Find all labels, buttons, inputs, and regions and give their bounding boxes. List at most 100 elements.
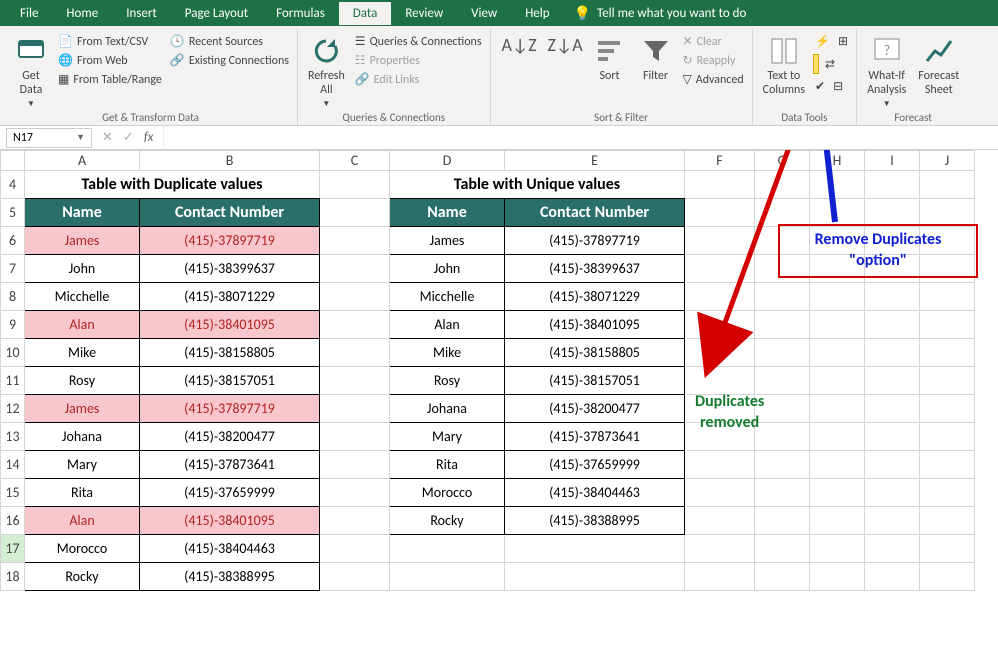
cell[interactable] xyxy=(685,255,755,283)
existing-connections-button[interactable]: 🔗Existing Connections xyxy=(168,52,291,69)
row-header-14[interactable]: 14 xyxy=(1,451,25,479)
cell[interactable] xyxy=(810,339,865,367)
cell[interactable] xyxy=(865,451,920,479)
cell[interactable] xyxy=(865,423,920,451)
cell[interactable] xyxy=(810,423,865,451)
cell[interactable] xyxy=(920,199,975,227)
sort-za-button[interactable]: Z↓A xyxy=(543,33,585,69)
table-cell[interactable]: (415)-38401095 xyxy=(505,311,685,339)
cell[interactable] xyxy=(810,563,865,591)
row-header-8[interactable]: 8 xyxy=(1,283,25,311)
table-cell[interactable]: (415)-38404463 xyxy=(505,479,685,507)
table-cell[interactable]: Micchelle xyxy=(390,283,505,311)
cell[interactable] xyxy=(755,311,810,339)
row-header-4[interactable]: 4 xyxy=(1,171,25,199)
cell[interactable] xyxy=(320,563,390,591)
tab-help[interactable]: Help xyxy=(511,2,563,25)
column-header-G[interactable]: G xyxy=(755,151,810,171)
table-cell[interactable]: (415)-38401095 xyxy=(140,507,320,535)
cell[interactable] xyxy=(810,479,865,507)
cell[interactable] xyxy=(810,199,865,227)
cell[interactable] xyxy=(390,535,505,563)
cell[interactable] xyxy=(320,311,390,339)
cell[interactable] xyxy=(685,367,755,395)
cell[interactable] xyxy=(685,451,755,479)
tab-formulas[interactable]: Formulas xyxy=(262,2,339,25)
column-header-E[interactable]: E xyxy=(505,151,685,171)
cell[interactable] xyxy=(865,339,920,367)
cell[interactable] xyxy=(865,199,920,227)
cell[interactable] xyxy=(755,339,810,367)
table-cell[interactable]: Morocco xyxy=(25,535,140,563)
cell[interactable] xyxy=(920,339,975,367)
cell[interactable] xyxy=(920,171,975,199)
table-cell[interactable]: (415)-37873641 xyxy=(140,451,320,479)
row-header-6[interactable]: 6 xyxy=(1,227,25,255)
cell[interactable] xyxy=(920,451,975,479)
table-cell[interactable]: Johana xyxy=(25,423,140,451)
cell[interactable] xyxy=(865,479,920,507)
table-cell[interactable]: (415)-38200477 xyxy=(140,423,320,451)
queries-connections-button[interactable]: ☰Queries & Connections xyxy=(353,33,484,50)
row-header-18[interactable]: 18 xyxy=(1,563,25,591)
cell[interactable] xyxy=(320,199,390,227)
cell[interactable] xyxy=(320,395,390,423)
cell[interactable] xyxy=(390,563,505,591)
tab-review[interactable]: Review xyxy=(391,2,457,25)
column-header-H[interactable]: H xyxy=(810,151,865,171)
cell[interactable] xyxy=(810,507,865,535)
table-cell[interactable]: (415)-38399637 xyxy=(140,255,320,283)
cell[interactable] xyxy=(865,367,920,395)
cell[interactable] xyxy=(810,395,865,423)
cell[interactable] xyxy=(755,507,810,535)
cell[interactable] xyxy=(920,563,975,591)
row-header-9[interactable]: 9 xyxy=(1,311,25,339)
cell[interactable] xyxy=(755,367,810,395)
cell[interactable] xyxy=(755,199,810,227)
row-header-11[interactable]: 11 xyxy=(1,367,25,395)
cell[interactable] xyxy=(685,199,755,227)
cell[interactable] xyxy=(320,227,390,255)
column-header-J[interactable]: J xyxy=(920,151,975,171)
cell[interactable] xyxy=(505,563,685,591)
table-cell[interactable]: John xyxy=(390,255,505,283)
row-header-15[interactable]: 15 xyxy=(1,479,25,507)
row-header-7[interactable]: 7 xyxy=(1,255,25,283)
cell[interactable] xyxy=(320,255,390,283)
table-cell[interactable]: (415)-38401095 xyxy=(140,311,320,339)
cell[interactable] xyxy=(320,479,390,507)
what-if-button[interactable]: ? What-If Analysis ▼ xyxy=(863,33,910,111)
name-box[interactable]: N17 ▼ xyxy=(6,128,92,148)
row-header-5[interactable]: 5 xyxy=(1,199,25,227)
cell[interactable] xyxy=(920,507,975,535)
relationships-button[interactable]: ⇄ xyxy=(823,56,837,73)
table-cell[interactable]: Rocky xyxy=(390,507,505,535)
select-all-corner[interactable] xyxy=(1,151,25,171)
tab-file[interactable]: File xyxy=(6,2,52,25)
table-cell[interactable]: Mike xyxy=(25,339,140,367)
consolidate-button[interactable]: ⊞ xyxy=(836,33,850,50)
table-cell[interactable]: Rosy xyxy=(25,367,140,395)
cell[interactable] xyxy=(920,283,975,311)
fx-icon[interactable]: fx xyxy=(144,130,154,145)
cell[interactable] xyxy=(755,171,810,199)
column-header-I[interactable]: I xyxy=(865,151,920,171)
from-table-range-button[interactable]: ▦From Table/Range xyxy=(56,71,164,88)
cell[interactable] xyxy=(685,507,755,535)
table-cell[interactable]: (415)-38158805 xyxy=(140,339,320,367)
cell[interactable] xyxy=(920,535,975,563)
table-cell[interactable]: (415)-37659999 xyxy=(140,479,320,507)
cell[interactable] xyxy=(755,283,810,311)
table-cell[interactable]: Rocky xyxy=(25,563,140,591)
cell[interactable] xyxy=(320,283,390,311)
cell[interactable] xyxy=(865,535,920,563)
row-header-12[interactable]: 12 xyxy=(1,395,25,423)
cell[interactable] xyxy=(755,479,810,507)
flash-fill-button[interactable]: ⚡ xyxy=(813,33,832,50)
table-cell[interactable]: (415)-38388995 xyxy=(140,563,320,591)
cell[interactable] xyxy=(865,395,920,423)
column-header-C[interactable]: C xyxy=(320,151,390,171)
refresh-all-button[interactable]: Refresh All ▼ xyxy=(304,33,349,111)
cell[interactable] xyxy=(920,311,975,339)
cell[interactable] xyxy=(685,479,755,507)
